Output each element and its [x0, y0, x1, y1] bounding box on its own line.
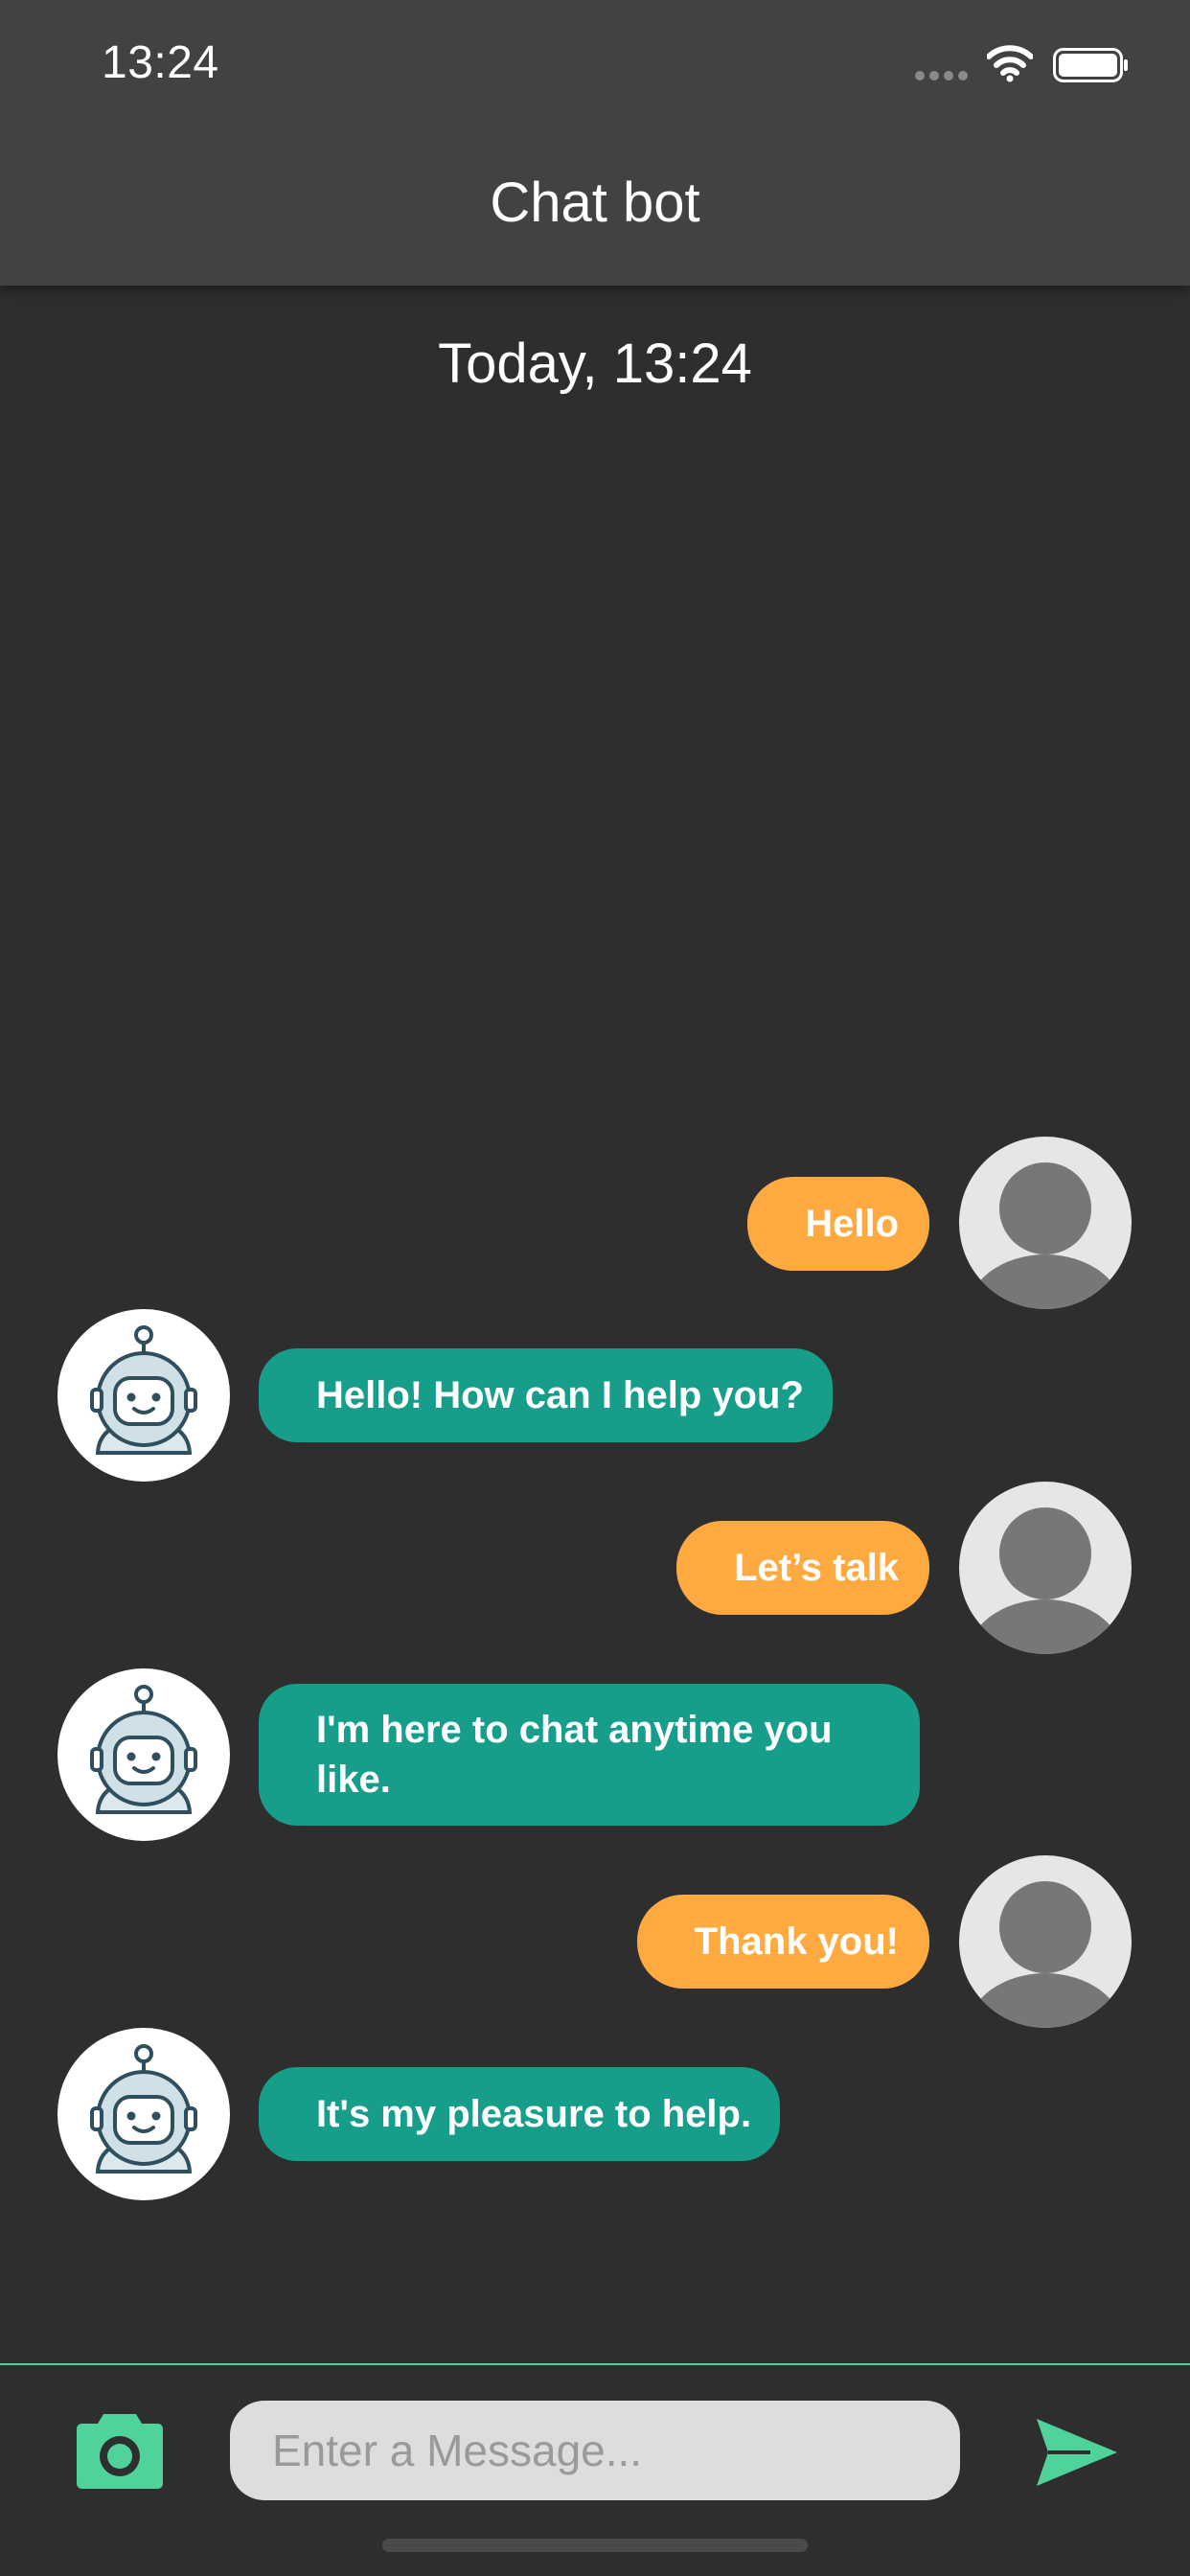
home-indicator[interactable]	[382, 2539, 808, 2552]
bot-message-bubble: I'm here to chat anytime you like.	[259, 1684, 920, 1826]
user-avatar	[959, 1855, 1132, 2028]
user-message-bubble: Thank you!	[636, 1895, 929, 1989]
message-text: It's my pleasure to help.	[316, 2093, 752, 2135]
message-text: Thank you!	[694, 1920, 899, 1963]
camera-icon[interactable]	[75, 2410, 165, 2491]
battery-icon	[1053, 48, 1128, 82]
message-input[interactable]	[230, 2401, 960, 2500]
user-message-bubble: Hello	[747, 1177, 929, 1271]
person-icon	[967, 1162, 1124, 1309]
bot-message-bubble: It's my pleasure to help.	[259, 2067, 781, 2161]
bot-avatar	[57, 2028, 230, 2200]
user-message-bubble: Let’s talk	[676, 1521, 929, 1615]
user-avatar	[959, 1482, 1132, 1654]
cellular-signal-icon	[915, 71, 969, 80]
status-time: 13:24	[102, 37, 219, 88]
person-icon	[967, 1881, 1124, 2028]
bot-message-bubble: Hello! How can I help you?	[259, 1348, 833, 1442]
message-text: Hello! How can I help you?	[316, 1374, 804, 1416]
person-icon	[967, 1507, 1124, 1654]
app-header: 13:24 Chat bot	[0, 0, 1190, 286]
user-avatar	[959, 1137, 1132, 1309]
message-text: I'm here to chat anytime you like.	[316, 1709, 833, 1801]
bot-avatar	[57, 1309, 230, 1482]
page-title: Chat bot	[490, 172, 700, 234]
message-text: Hello	[805, 1203, 899, 1245]
bot-avatar	[57, 1668, 230, 1841]
robot-icon	[90, 2044, 197, 2174]
chat-date-label: Today, 13:24	[438, 333, 752, 395]
wifi-icon	[987, 45, 1033, 82]
message-text: Let’s talk	[734, 1547, 899, 1589]
composer-divider	[0, 2363, 1190, 2365]
robot-icon	[90, 1325, 197, 1455]
robot-icon	[90, 1685, 197, 1814]
send-icon[interactable]	[1035, 2417, 1119, 2488]
